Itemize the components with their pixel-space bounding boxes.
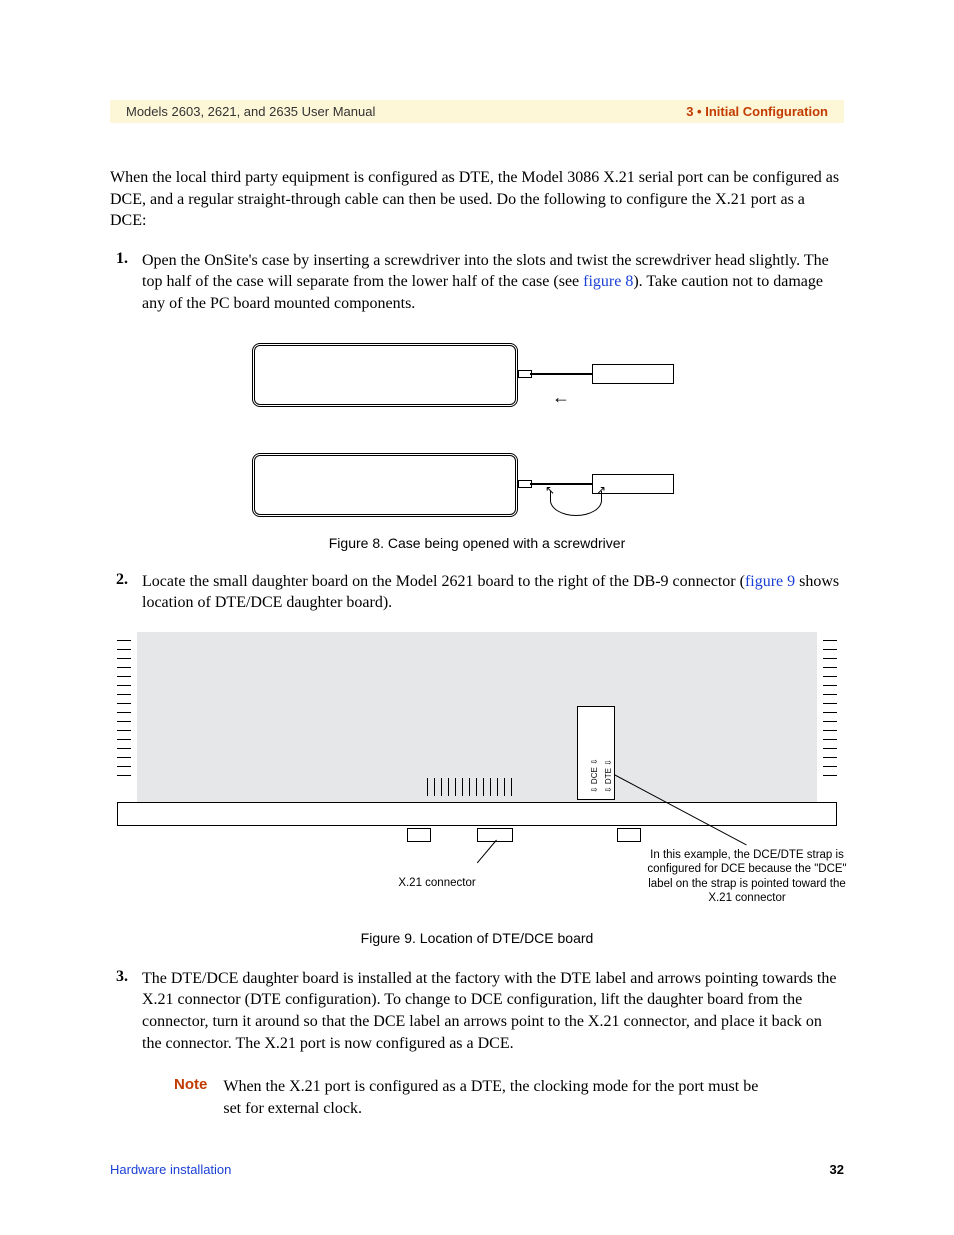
step2-before: Locate the small daughter board on the M…: [142, 573, 745, 590]
dte-label: ⇩ DTE ⇩: [604, 759, 613, 793]
page-footer: Hardware installation 32: [110, 1162, 844, 1177]
figure-8-diagram: ← ↖ ↗: [252, 343, 702, 523]
step-text-3: The DTE/DCE daughter board is installed …: [142, 968, 844, 1054]
page-header: Models 2603, 2621, and 2635 User Manual …: [110, 100, 844, 123]
note-label: Note: [174, 1076, 207, 1119]
figure-8-caption: Figure 8. Case being opened with a screw…: [110, 535, 844, 551]
note-block: Note When the X.21 port is configured as…: [174, 1076, 764, 1119]
header-chapter-title: 3 • Initial Configuration: [686, 104, 828, 119]
step-number-3: 3.: [110, 968, 128, 1054]
figure-9-diagram: ⇩ DCE ⇩ ⇩ DTE ⇩ X.21 connector In this e…: [117, 628, 837, 918]
figure-8-link[interactable]: figure 8: [583, 273, 633, 290]
step-text-2: Locate the small daughter board on the M…: [142, 571, 844, 614]
footer-section: Hardware installation: [110, 1162, 231, 1177]
figure-9-caption: Figure 9. Location of DTE/DCE board: [110, 930, 844, 946]
intro-paragraph: When the local third party equipment is …: [110, 167, 844, 232]
figure-9-link[interactable]: figure 9: [745, 573, 795, 590]
dce-dte-annotation: In this example, the DCE/DTE strap is co…: [647, 848, 847, 906]
dce-label: ⇩ DCE ⇩: [590, 758, 599, 793]
note-text: When the X.21 port is configured as a DT…: [223, 1076, 764, 1119]
x21-connector-label: X.21 connector: [392, 876, 482, 890]
daughter-board: ⇩ DCE ⇩ ⇩ DTE ⇩: [577, 706, 615, 800]
step-text-1: Open the OnSite's case by inserting a sc…: [142, 250, 844, 315]
step-number-2: 2.: [110, 571, 128, 614]
header-manual-title: Models 2603, 2621, and 2635 User Manual: [126, 104, 375, 119]
footer-page-number: 32: [830, 1162, 844, 1177]
step-number-1: 1.: [110, 250, 128, 315]
